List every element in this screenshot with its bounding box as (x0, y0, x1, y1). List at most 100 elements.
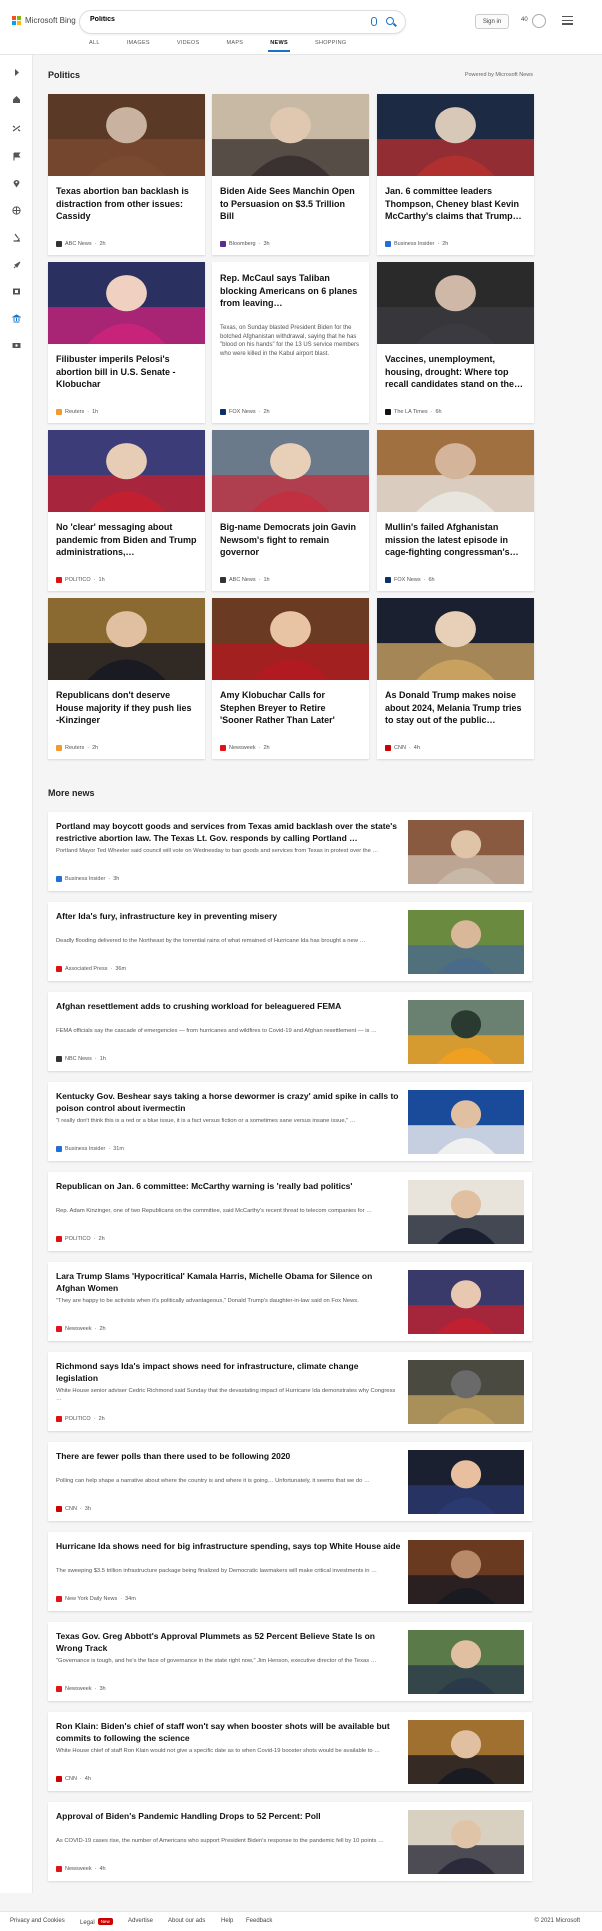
footer-link-advertise[interactable]: Advertise (128, 1918, 153, 1924)
news-item-title[interactable]: Portland may boycott goods and services … (56, 821, 401, 844)
news-card-image[interactable] (48, 598, 205, 680)
news-card-title[interactable]: Republicans don't deserve House majority… (56, 689, 197, 727)
map-pin-icon[interactable] (12, 179, 21, 188)
news-list-item[interactable]: Approval of Biden's Pandemic Handling Dr… (48, 1802, 532, 1881)
news-item-title[interactable]: Ron Klain: Biden's chief of staff won't … (56, 1721, 401, 1744)
news-item-title[interactable]: Texas Gov. Greg Abbott's Approval Plumme… (56, 1631, 401, 1654)
news-card-image[interactable] (377, 430, 534, 512)
globe-icon[interactable] (12, 206, 21, 215)
tab-maps[interactable]: MAPS (226, 40, 243, 46)
news-item-title[interactable]: Richmond says Ida's impact shows need fo… (56, 1361, 401, 1384)
news-card[interactable]: Jan. 6 committee leaders Thompson, Chene… (377, 94, 534, 255)
news-item-thumbnail[interactable] (408, 1270, 524, 1334)
news-card[interactable]: Biden Aide Sees Manchin Open to Persuasi… (212, 94, 369, 255)
tab-videos[interactable]: VIDEOS (177, 40, 200, 46)
news-list-item[interactable]: Hurricane Ida shows need for big infrast… (48, 1532, 532, 1611)
microphone-icon[interactable] (371, 17, 377, 26)
news-card[interactable]: Rep. McCaul says Taliban blocking Americ… (212, 262, 369, 423)
news-list-item[interactable]: Afghan resettlement adds to crushing wor… (48, 992, 532, 1071)
news-list-item[interactable]: Texas Gov. Greg Abbott's Approval Plumme… (48, 1622, 532, 1701)
news-item-thumbnail[interactable] (408, 1540, 524, 1604)
bank-icon[interactable] (12, 314, 21, 323)
news-card-title[interactable]: As Donald Trump makes noise about 2024, … (385, 689, 526, 727)
news-item-title[interactable]: Approval of Biden's Pandemic Handling Dr… (56, 1811, 401, 1823)
footer-link-help[interactable]: Help (221, 1918, 233, 1924)
news-item-title[interactable]: Kentucky Gov. Beshear says taking a hors… (56, 1091, 401, 1114)
news-card-title[interactable]: Biden Aide Sees Manchin Open to Persuasi… (220, 185, 361, 223)
news-card-title[interactable]: Vaccines, unemployment, housing, drought… (385, 353, 526, 391)
tab-news[interactable]: NEWS (268, 40, 290, 52)
rewards-trophy-icon[interactable] (532, 14, 546, 28)
shuffle-icon[interactable] (12, 124, 21, 133)
news-item-title[interactable]: Hurricane Ida shows need for big infrast… (56, 1541, 401, 1553)
news-card-image[interactable] (212, 94, 369, 176)
powered-by-label[interactable]: Powered by Microsoft News (465, 72, 533, 78)
news-item-thumbnail[interactable] (408, 1090, 524, 1154)
news-item-thumbnail[interactable] (408, 1360, 524, 1424)
news-card[interactable]: Republicans don't deserve House majority… (48, 598, 205, 759)
news-item-title[interactable]: After Ida's fury, infrastructure key in … (56, 911, 401, 923)
news-card-title[interactable]: No 'clear' messaging about pandemic from… (56, 521, 197, 559)
news-card-title[interactable]: Jan. 6 committee leaders Thompson, Chene… (385, 185, 526, 223)
news-item-title[interactable]: Republican on Jan. 6 committee: McCarthy… (56, 1181, 401, 1193)
news-item-thumbnail[interactable] (408, 910, 524, 974)
sign-in-button[interactable]: Sign in (475, 14, 509, 29)
bing-logo[interactable]: Microsoft Bing (12, 16, 76, 25)
footer-link-privacy[interactable]: Privacy and Cookies (10, 1918, 65, 1924)
news-card-image[interactable] (48, 430, 205, 512)
tab-shopping[interactable]: SHOPPING (315, 40, 346, 46)
rewards-points[interactable]: 40 (521, 17, 528, 23)
news-card-title[interactable]: Rep. McCaul says Taliban blocking Americ… (220, 272, 361, 310)
footer-link-feedback[interactable]: Feedback (246, 1918, 272, 1924)
money-icon[interactable] (12, 341, 21, 350)
news-item-thumbnail[interactable] (408, 1810, 524, 1874)
news-card-image[interactable] (377, 94, 534, 176)
tab-images[interactable]: IMAGES (127, 40, 150, 46)
news-card-image[interactable] (377, 598, 534, 680)
news-card-image[interactable] (212, 598, 369, 680)
news-card[interactable]: Filibuster imperils Pelosi's abortion bi… (48, 262, 205, 423)
news-card[interactable]: Vaccines, unemployment, housing, drought… (377, 262, 534, 423)
news-card-title[interactable]: Mullin's failed Afghanistan mission the … (385, 521, 526, 559)
search-box[interactable] (80, 11, 405, 33)
hamburger-menu-icon[interactable] (562, 16, 573, 25)
microscope-icon[interactable] (12, 233, 21, 242)
news-item-thumbnail[interactable] (408, 1180, 524, 1244)
news-list-item[interactable]: Portland may boycott goods and services … (48, 812, 532, 891)
news-item-thumbnail[interactable] (408, 820, 524, 884)
footer-link-legal[interactable]: Legal New (80, 1918, 113, 1926)
news-list-item[interactable]: Kentucky Gov. Beshear says taking a hors… (48, 1082, 532, 1161)
rocket-icon[interactable] (12, 261, 21, 270)
news-list-item[interactable]: Lara Trump Slams 'Hypocritical' Kamala H… (48, 1262, 532, 1341)
news-item-thumbnail[interactable] (408, 1450, 524, 1514)
news-card[interactable]: Mullin's failed Afghanistan mission the … (377, 430, 534, 591)
news-card[interactable]: No 'clear' messaging about pandemic from… (48, 430, 205, 591)
footer-link-about-ads[interactable]: About our ads (168, 1918, 205, 1924)
tab-all[interactable]: ALL (89, 40, 100, 46)
news-list-item[interactable]: There are fewer polls than there used to… (48, 1442, 532, 1521)
news-card[interactable]: Texas abortion ban backlash is distracti… (48, 94, 205, 255)
news-card[interactable]: Amy Klobuchar Calls for Stephen Breyer t… (212, 598, 369, 759)
news-list-item[interactable]: After Ida's fury, infrastructure key in … (48, 902, 532, 981)
home-icon[interactable] (12, 95, 21, 104)
news-card-title[interactable]: Big-name Democrats join Gavin Newsom's f… (220, 521, 361, 559)
news-card[interactable]: Big-name Democrats join Gavin Newsom's f… (212, 430, 369, 591)
news-item-thumbnail[interactable] (408, 1720, 524, 1784)
expand-arrow-icon[interactable] (12, 68, 21, 77)
news-card[interactable]: As Donald Trump makes noise about 2024, … (377, 598, 534, 759)
news-item-title[interactable]: There are fewer polls than there used to… (56, 1451, 401, 1463)
news-card-title[interactable]: Filibuster imperils Pelosi's abortion bi… (56, 353, 197, 391)
search-input[interactable] (90, 16, 330, 23)
search-icon[interactable] (386, 17, 394, 25)
news-item-thumbnail[interactable] (408, 1630, 524, 1694)
news-card-title[interactable]: Amy Klobuchar Calls for Stephen Breyer t… (220, 689, 361, 727)
footer-link-legal-label[interactable]: Legal (80, 1920, 95, 1926)
news-card-title[interactable]: Texas abortion ban backlash is distracti… (56, 185, 197, 223)
news-card-image[interactable] (48, 262, 205, 344)
news-list-item[interactable]: Ron Klain: Biden's chief of staff won't … (48, 1712, 532, 1791)
news-item-thumbnail[interactable] (408, 1000, 524, 1064)
news-card-image[interactable] (377, 262, 534, 344)
news-list-item[interactable]: Richmond says Ida's impact shows need fo… (48, 1352, 532, 1431)
news-card-image[interactable] (212, 430, 369, 512)
news-item-title[interactable]: Afghan resettlement adds to crushing wor… (56, 1001, 401, 1013)
